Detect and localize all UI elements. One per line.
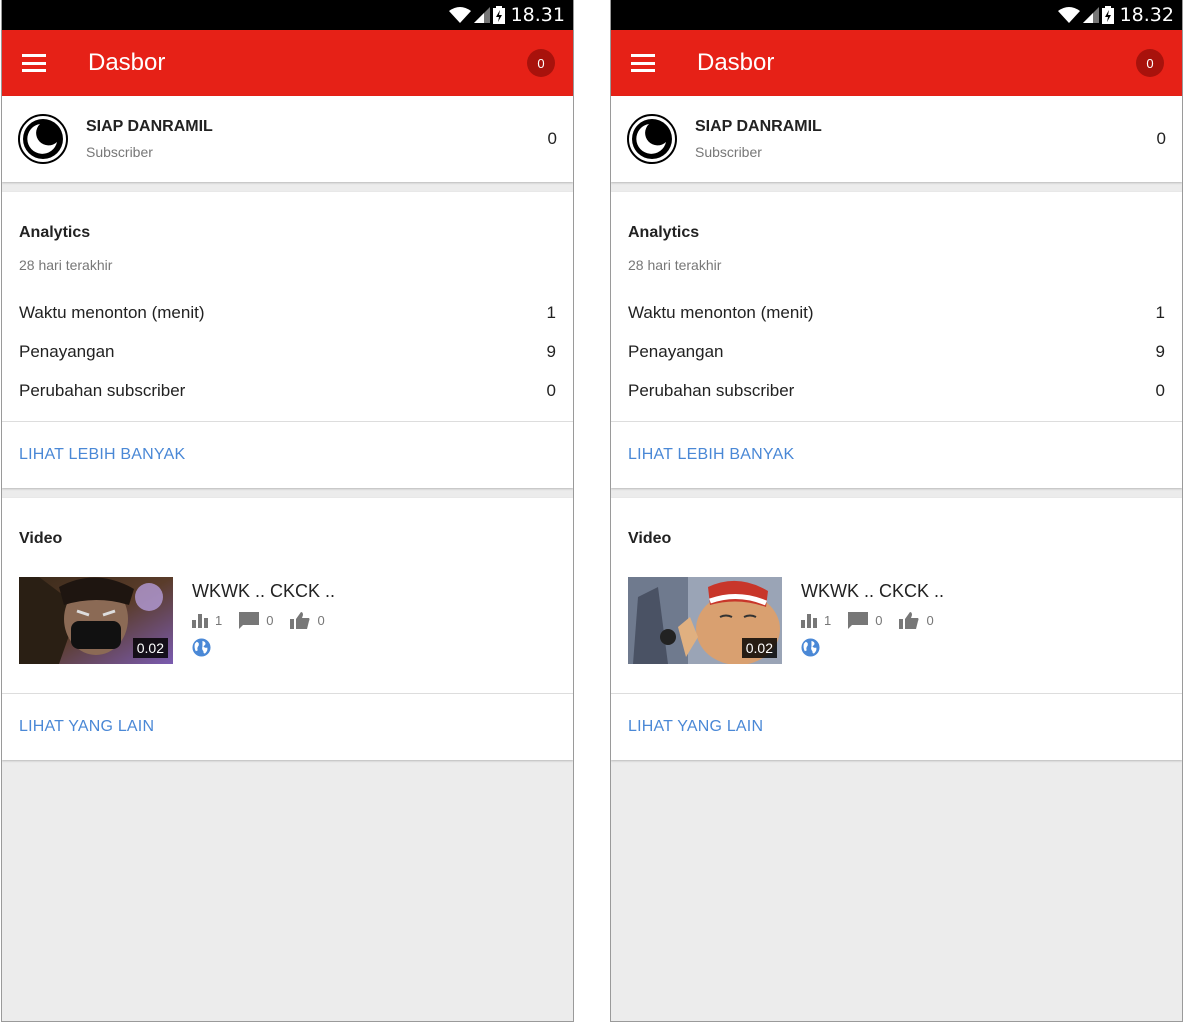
wifi-icon — [448, 7, 471, 23]
signal-icon — [1082, 7, 1099, 23]
comments-stat: 0 — [848, 612, 882, 629]
metric-value: 1 — [546, 302, 556, 322]
analytics-period: 28 hari terakhir — [19, 257, 113, 273]
globe-icon — [801, 638, 820, 657]
metric-value: 0 — [1155, 380, 1165, 400]
status-bar: 18.32 — [611, 0, 1182, 30]
metric-row: Penayangan 9 — [628, 332, 1165, 371]
see-other-videos-link[interactable]: LIHAT YANG LAIN — [611, 694, 1182, 760]
app-bar: Dasbor 0 — [611, 30, 1182, 96]
views-count: 1 — [824, 613, 832, 628]
analytics-title: Analytics — [628, 224, 700, 241]
page-title: Dasbor — [88, 49, 166, 76]
video-title: WKWK .. CKCK .. — [801, 581, 945, 601]
views-count: 1 — [215, 613, 223, 628]
comments-stat: 0 — [239, 612, 273, 629]
video-list-item[interactable]: 0.02 WKWK .. CKCK .. 1 0 0 — [628, 577, 1165, 693]
metric-label: Penayangan — [19, 341, 115, 361]
channel-name: SIAP DANRAMIL — [695, 118, 822, 135]
wifi-icon — [1057, 7, 1080, 23]
app-bar: Dasbor 0 — [2, 30, 573, 96]
video-title: WKWK .. CKCK .. — [192, 581, 336, 601]
metric-row: Perubahan subscriber 0 — [628, 371, 1165, 410]
hamburger-menu-icon[interactable] — [631, 54, 655, 72]
see-more-analytics-link[interactable]: LIHAT LEBIH BANYAK — [2, 422, 573, 488]
status-time: 18.32 — [1119, 4, 1174, 26]
channel-card[interactable]: SIAP DANRAMIL Subscriber 0 — [2, 96, 573, 182]
phone-screen-1: 18.31 Dasbor 0 SIAP DANRAMIL Subscriber … — [1, 0, 574, 1022]
comment-icon — [848, 612, 869, 629]
video-thumbnail[interactable]: 0.02 — [628, 577, 782, 664]
phone-screen-2: 18.32 Dasbor 0 SIAP DANRAMIL Subscriber … — [610, 0, 1183, 1022]
video-list-item[interactable]: 0.02 WKWK .. CKCK .. 1 0 0 — [19, 577, 556, 693]
analytics-period: 28 hari terakhir — [628, 257, 722, 273]
channel-subtitle: Subscriber — [86, 144, 153, 160]
avatar — [18, 114, 68, 164]
channel-subtitle: Subscriber — [695, 144, 762, 160]
video-duration: 0.02 — [741, 638, 777, 658]
metric-value: 1 — [1155, 302, 1165, 322]
video-duration: 0.02 — [132, 638, 168, 658]
comment-icon — [239, 612, 260, 629]
subscriber-count: 0 — [1156, 129, 1166, 148]
metric-label: Waktu menonton (menit) — [628, 302, 814, 322]
bar-chart-icon — [192, 613, 208, 628]
status-time: 18.31 — [510, 4, 565, 26]
analytics-title: Analytics — [19, 224, 91, 241]
likes-stat: 0 — [290, 612, 325, 629]
metric-value: 0 — [546, 380, 556, 400]
video-card: Video 0.02 WKWK .. CKCK .. 1 0 0 LIHAT Y… — [2, 498, 573, 760]
likes-count: 0 — [926, 613, 934, 628]
video-thumbnail[interactable]: 0.02 — [19, 577, 173, 664]
metric-row: Penayangan 9 — [19, 332, 556, 371]
channel-name: SIAP DANRAMIL — [86, 118, 213, 135]
battery-charging-icon — [1101, 6, 1114, 24]
metric-label: Penayangan — [628, 341, 724, 361]
comments-count: 0 — [875, 613, 883, 628]
analytics-card: Analytics 28 hari terakhir Waktu menonto… — [611, 192, 1182, 488]
video-card: Video 0.02 WKWK .. CKCK .. 1 0 0 LIHAT Y… — [611, 498, 1182, 760]
thumbs-up-icon — [290, 612, 310, 629]
metric-label: Waktu menonton (menit) — [19, 302, 205, 322]
channel-card[interactable]: SIAP DANRAMIL Subscriber 0 — [611, 96, 1182, 182]
hamburger-menu-icon[interactable] — [22, 54, 46, 72]
metric-row: Waktu menonton (menit) 1 — [628, 293, 1165, 332]
likes-count: 0 — [317, 613, 325, 628]
status-bar: 18.31 — [2, 0, 573, 30]
video-section-title: Video — [628, 530, 672, 547]
notification-badge[interactable]: 0 — [1136, 49, 1164, 77]
likes-stat: 0 — [899, 612, 934, 629]
metric-row: Waktu menonton (menit) 1 — [19, 293, 556, 332]
signal-icon — [473, 7, 490, 23]
globe-icon — [192, 638, 211, 657]
analytics-card: Analytics 28 hari terakhir Waktu menonto… — [2, 192, 573, 488]
comments-count: 0 — [266, 613, 274, 628]
subscriber-count: 0 — [547, 129, 557, 148]
metric-value: 9 — [1155, 341, 1165, 361]
see-other-videos-link[interactable]: LIHAT YANG LAIN — [2, 694, 573, 760]
see-more-analytics-link[interactable]: LIHAT LEBIH BANYAK — [611, 422, 1182, 488]
notification-badge[interactable]: 0 — [527, 49, 555, 77]
bar-chart-icon — [801, 613, 817, 628]
metric-row: Perubahan subscriber 0 — [19, 371, 556, 410]
video-section-title: Video — [19, 530, 63, 547]
thumbs-up-icon — [899, 612, 919, 629]
page-title: Dasbor — [697, 49, 775, 76]
views-stat: 1 — [192, 613, 222, 628]
battery-charging-icon — [492, 6, 505, 24]
metric-label: Perubahan subscriber — [628, 380, 795, 400]
metric-value: 9 — [546, 341, 556, 361]
metric-label: Perubahan subscriber — [19, 380, 186, 400]
avatar — [627, 114, 677, 164]
views-stat: 1 — [801, 613, 831, 628]
